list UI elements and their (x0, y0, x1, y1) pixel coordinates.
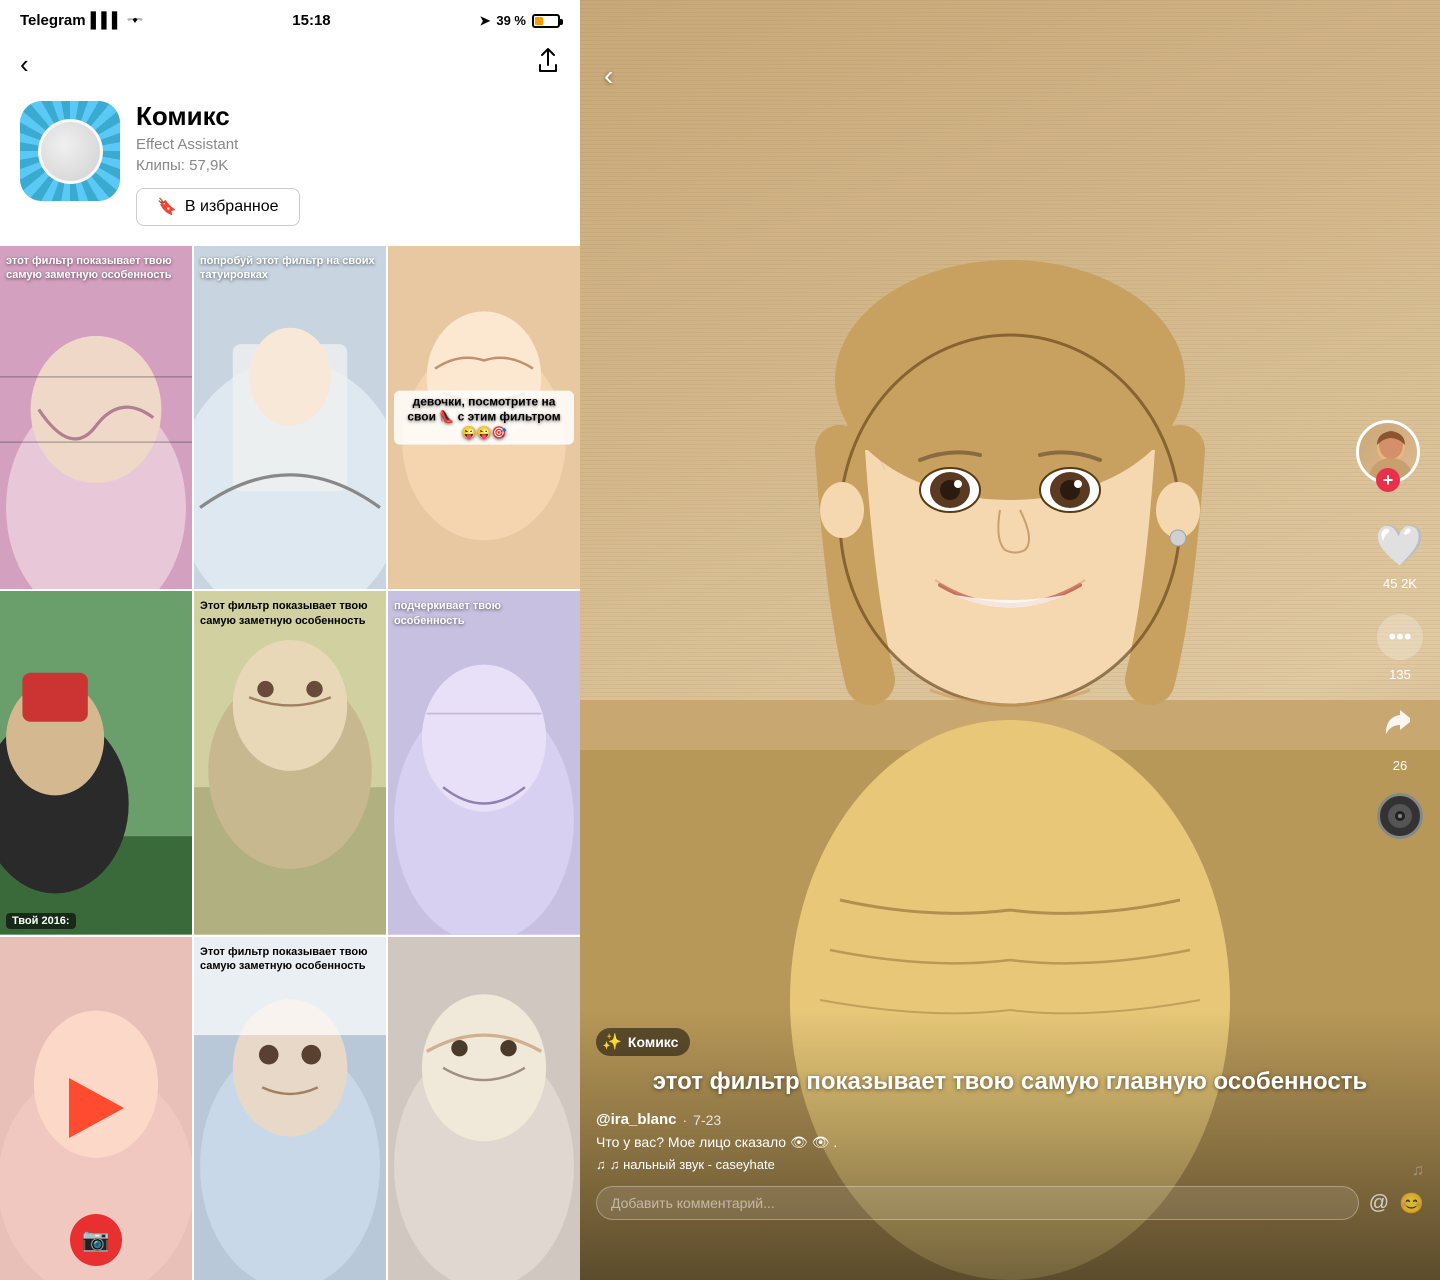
share-icon (1382, 706, 1418, 751)
play-triangle-icon (69, 1078, 124, 1138)
comment-input[interactable]: Добавить комментарий... (596, 1186, 1359, 1220)
grid-item-3[interactable]: девочки, посмотрите на свои 👠 с этим фил… (388, 246, 580, 589)
app-author: Effect Assistant (136, 136, 560, 153)
nav-bar: ‹ (0, 37, 580, 91)
emoji-icon[interactable]: 😊 (1399, 1191, 1424, 1216)
shares-count: 26 (1393, 758, 1407, 773)
filter-emoji: ✨ (602, 1032, 622, 1052)
status-right: ➤ 39 % (479, 13, 560, 29)
grid-item-9[interactable] (388, 937, 580, 1280)
mention-icon[interactable]: @ (1369, 1192, 1389, 1215)
status-bar: Telegram ▌▌▌ 15:18 ➤ 39 % (0, 0, 580, 37)
grid-item-7[interactable]: 📷 (0, 937, 192, 1280)
like-button[interactable]: 🤍 (1374, 520, 1426, 572)
video-description: Что у вас? Мое лицо сказало 👁 👁 . (596, 1134, 1424, 1151)
favorite-label: В избранное (185, 198, 279, 216)
music-group (1377, 793, 1423, 839)
filter-badge[interactable]: ✨ Комикс (596, 1028, 690, 1056)
music-note-small-icon: ♫ (596, 1157, 606, 1172)
wifi-icon (127, 12, 143, 29)
status-left: Telegram ▌▌▌ (20, 12, 143, 29)
time-display: 15:18 (292, 12, 330, 29)
action-buttons: 🤍 45 2K ••• 135 26 (1374, 520, 1426, 839)
left-panel: Telegram ▌▌▌ 15:18 ➤ 39 % ‹ Комикс (0, 0, 580, 1280)
filter-name: Комикс (628, 1034, 678, 1050)
username[interactable]: @ira_blanc (596, 1111, 677, 1128)
video-bottom-overlay: ✨ Комикс этот фильтр показывает твою сам… (580, 1008, 1440, 1280)
app-icon-inner (38, 119, 103, 184)
app-name: Комикс (136, 101, 560, 132)
favorite-button[interactable]: 🔖 В избранное (136, 188, 300, 226)
grid-item-6[interactable]: подчеркивает твою особенность (388, 591, 580, 934)
share-group: 26 (1374, 702, 1426, 773)
right-panel: ‹ + 🤍 45 2K ••• 135 (580, 0, 1440, 1280)
grid-text-3: девочки, посмотрите на свои 👠 с этим фил… (394, 390, 574, 445)
grid-item-8[interactable]: Этот фильтр показывает твою самую заметн… (194, 937, 386, 1280)
grid-text-2: попробуй этот фильтр на своих татуировка… (200, 254, 380, 283)
grid-item-4[interactable]: Твой 2016: (0, 591, 192, 934)
battery-percent: 39 % (496, 13, 526, 28)
post-time: 7-23 (693, 1112, 721, 1128)
camera-icon: 📷 (82, 1227, 109, 1253)
bookmark-icon: 🔖 (157, 197, 177, 217)
carrier-label: Telegram (20, 12, 86, 29)
battery-icon (532, 14, 560, 28)
app-info: Комикс Effect Assistant Клипы: 57,9K 🔖 В… (0, 91, 580, 246)
location-icon: ➤ (479, 13, 490, 29)
video-caption: этот фильтр показывает твою самую главну… (596, 1066, 1424, 1097)
back-button-right[interactable]: ‹ (604, 60, 613, 92)
comment-row: Добавить комментарий... @ 😊 (596, 1186, 1424, 1220)
grid-item-5[interactable]: Этот фильтр показывает твою самую заметн… (194, 591, 386, 934)
likes-count: 45 2K (1383, 576, 1417, 591)
app-clips: Клипы: 57,9K (136, 157, 560, 174)
time-tag: · (683, 1112, 688, 1128)
app-icon (20, 101, 120, 201)
follow-button[interactable]: + (1376, 468, 1400, 492)
video-grid: этот фильтр показывает твою самую заметн… (0, 246, 580, 1280)
signal-icon: ▌▌▌ (91, 12, 123, 29)
share-button[interactable] (1374, 702, 1426, 754)
music-info[interactable]: ♫ ♫ нальный звук - caseyhate (596, 1157, 1424, 1172)
comment-icon: ••• (1377, 614, 1423, 660)
comments-count: 135 (1389, 667, 1411, 682)
app-details: Комикс Effect Assistant Клипы: 57,9K 🔖 В… (136, 101, 560, 226)
share-button[interactable] (536, 47, 560, 81)
grid-item-2[interactable]: попробуй этот фильтр на своих татуировка… (194, 246, 386, 589)
grid-text-6: подчеркивает твою особенность (394, 599, 574, 628)
grid-text-5: Этот фильтр показывает твою самую заметн… (200, 599, 380, 628)
music-disc[interactable] (1377, 793, 1423, 839)
comment-group: ••• 135 (1374, 611, 1426, 682)
like-group: 🤍 45 2K (1374, 520, 1426, 591)
creator-avatar-container: + (1356, 420, 1420, 484)
grid-text-8: Этот фильтр показывает твою самую заметн… (200, 945, 380, 974)
grid-text-1: этот фильтр показывает твою самую заметн… (6, 254, 186, 283)
user-row: @ira_blanc · 7-23 (596, 1111, 1424, 1128)
music-track: ♫ нальный звук - caseyhate (610, 1157, 775, 1172)
comment-button[interactable]: ••• (1374, 611, 1426, 663)
back-button[interactable]: ‹ (20, 49, 29, 80)
heart-icon: 🤍 (1375, 526, 1425, 566)
grid-item-1[interactable]: этот фильтр показывает твою самую заметн… (0, 246, 192, 589)
record-button[interactable]: 📷 (70, 1214, 122, 1266)
grid-badge-4: Твой 2016: (6, 913, 76, 929)
